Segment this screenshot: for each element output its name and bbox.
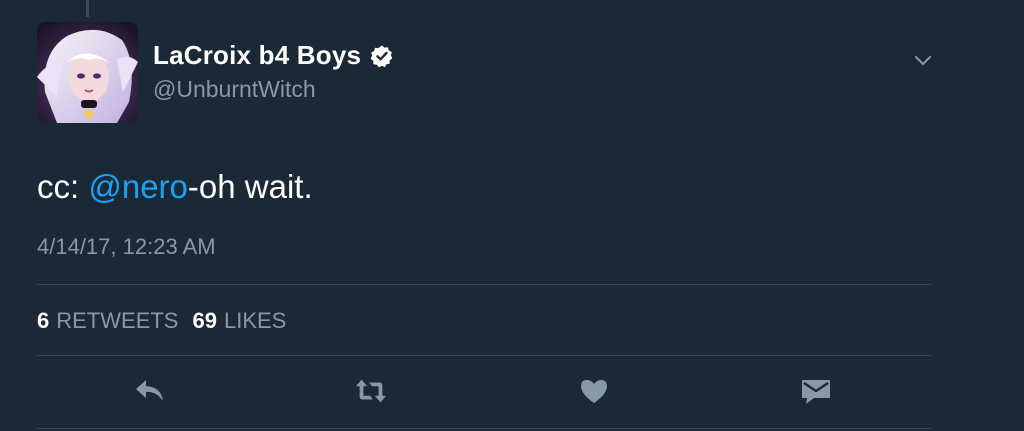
retweets-count: 6: [37, 308, 50, 333]
retweets-stat[interactable]: 6 RETWEETS: [37, 308, 178, 334]
tweet-text-prefix: cc:: [37, 168, 89, 205]
envelope-icon: [802, 380, 830, 404]
direct-message-button[interactable]: [799, 376, 833, 406]
verified-badge-icon: [370, 44, 394, 68]
author-name-row: LaCroix b4 Boys: [153, 40, 394, 71]
divider: [37, 284, 931, 285]
divider: [37, 428, 931, 429]
tweet-stats: 6 RETWEETS 69 LIKES: [37, 308, 286, 334]
divider: [37, 355, 931, 356]
retweets-label: RETWEETS: [56, 308, 179, 333]
author-handle[interactable]: @UnburntWitch: [153, 76, 316, 103]
likes-count: 69: [192, 308, 217, 333]
mention-link[interactable]: @nero: [88, 168, 188, 205]
heart-icon: [581, 380, 607, 403]
tweet-detail: LaCroix b4 Boys @UnburntWitch cc: @nero-…: [0, 0, 1024, 431]
retweet-button[interactable]: [354, 376, 388, 406]
thread-connector-line: [86, 0, 89, 17]
reply-button[interactable]: [133, 376, 167, 406]
like-button[interactable]: [577, 376, 611, 406]
tweet-timestamp[interactable]: 4/14/17, 12:23 AM: [37, 234, 216, 260]
author-display-name[interactable]: LaCroix b4 Boys: [153, 40, 361, 71]
likes-stat[interactable]: 69 LIKES: [192, 308, 286, 334]
reply-icon: [136, 380, 163, 401]
tweet-text-suffix: -oh wait.: [187, 168, 313, 205]
avatar[interactable]: [37, 22, 138, 123]
chevron-down-icon[interactable]: [911, 48, 935, 72]
avatar-illustration-icon: [37, 22, 138, 123]
retweet-icon: [355, 379, 387, 403]
likes-label: LIKES: [223, 308, 287, 333]
tweet-text: cc: @nero-oh wait.: [37, 168, 313, 206]
